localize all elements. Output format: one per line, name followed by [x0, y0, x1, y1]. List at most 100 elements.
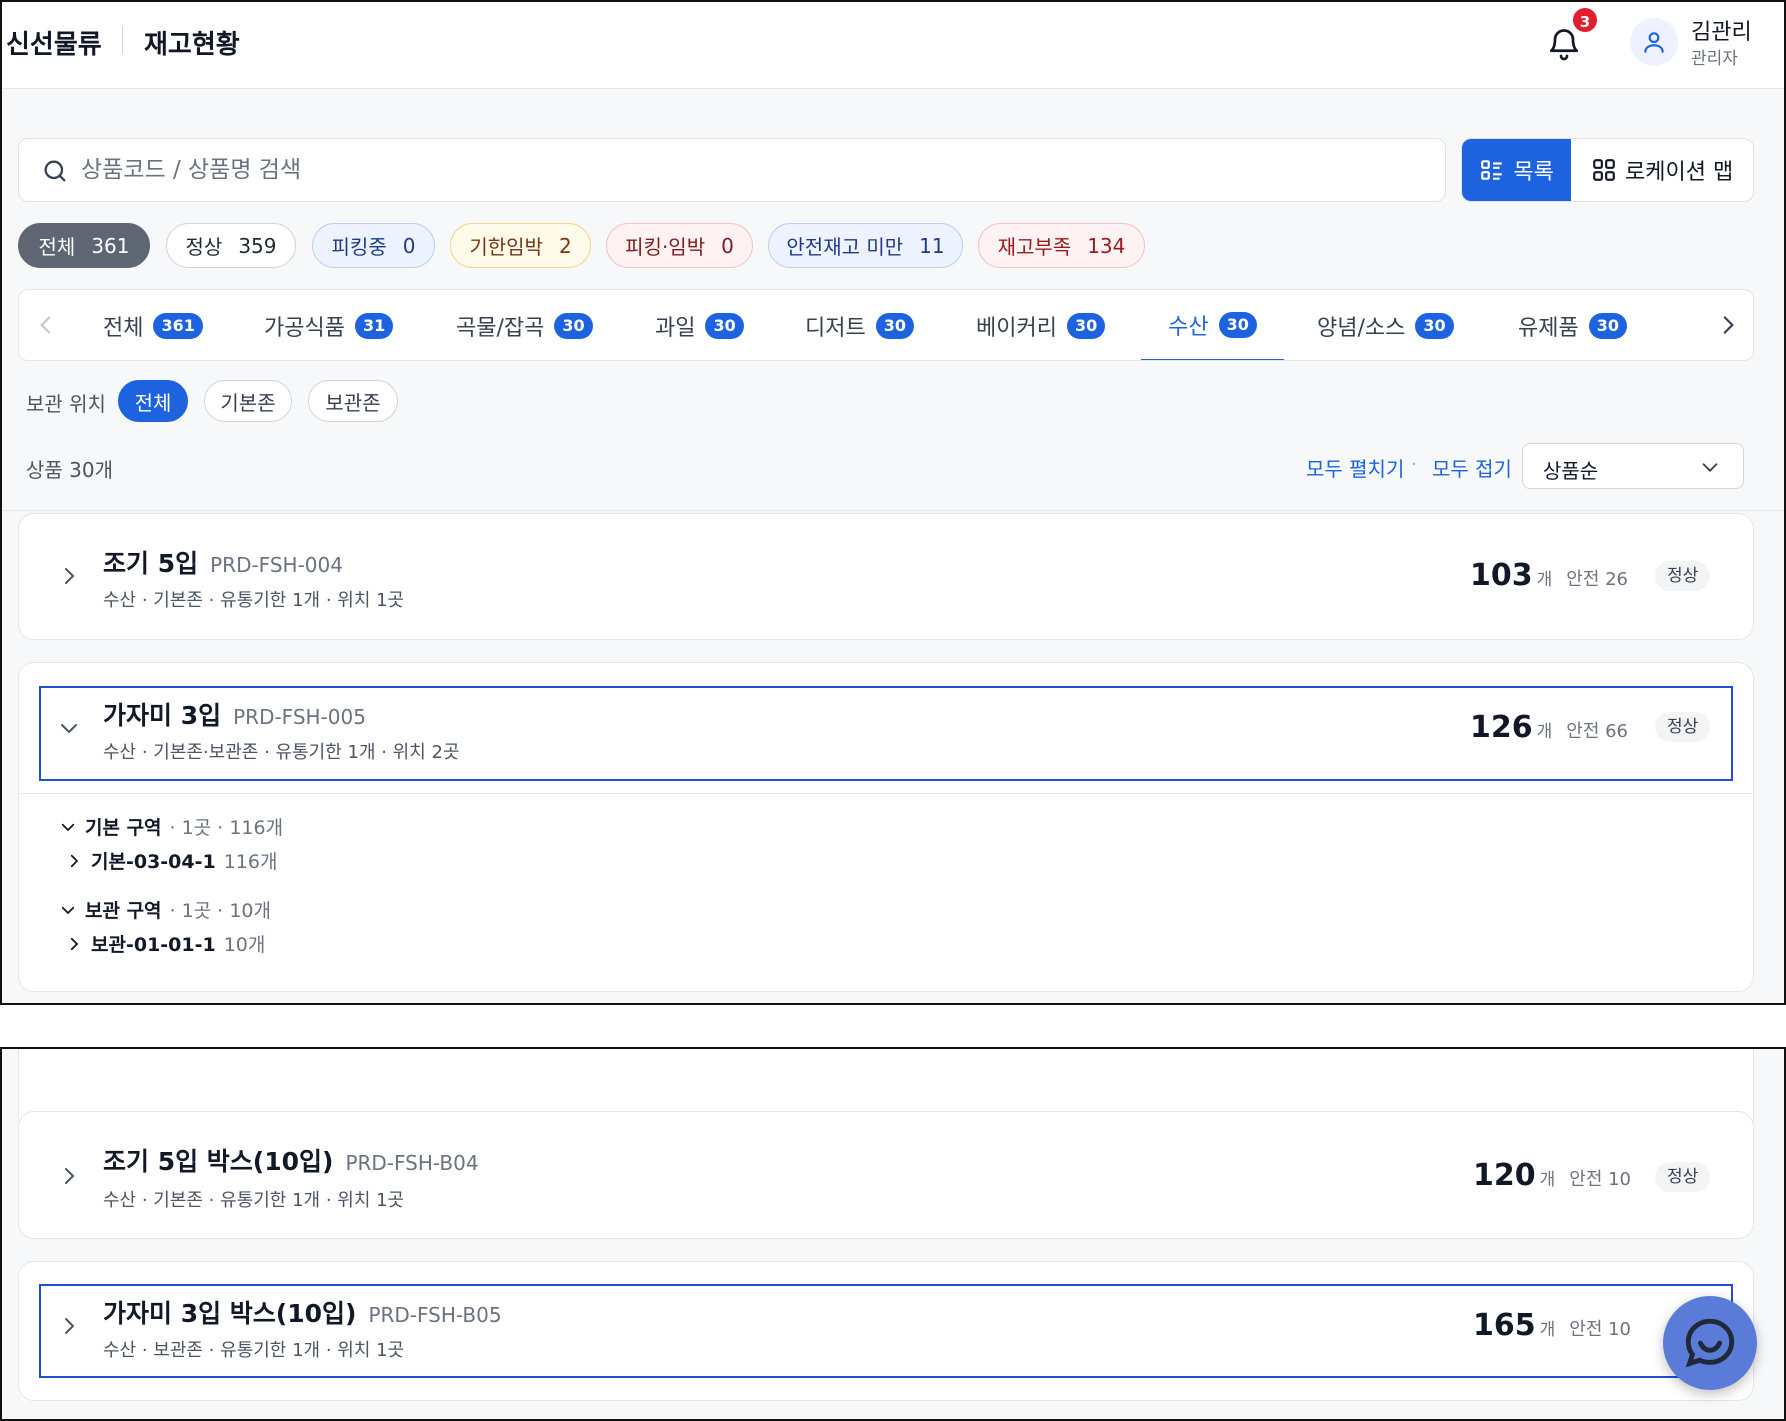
chevron-down-icon: [1702, 463, 1718, 472]
tab-count: 30: [1588, 313, 1627, 339]
zone-summary: · 1곳 · 116개: [169, 817, 284, 839]
chevron-right-icon[interactable]: [57, 1314, 81, 1338]
product-count: 상품 30개: [26, 458, 114, 482]
sort-value: 상품순: [1543, 459, 1599, 483]
list-icon: [1481, 160, 1503, 180]
chip-label: 정상: [185, 235, 223, 259]
chevron-right-icon[interactable]: [57, 1164, 81, 1188]
status-chip-picking-expiry[interactable]: 피킹·임박 0: [606, 223, 753, 268]
chevron-right-icon: [70, 854, 79, 867]
zone-name: 보관 구역: [85, 900, 162, 922]
product-name: 가자미 3입 박스(10입) PRD-FSH-B05: [103, 1294, 502, 1330]
product-name-text: 조기 5입: [103, 549, 199, 578]
qty-value: 126: [1470, 710, 1533, 745]
product-name: 조기 5입 PRD-FSH-004: [103, 544, 343, 580]
tab-bakery[interactable]: 베이커리 30: [976, 290, 1106, 360]
status-chip-below-safety[interactable]: 안전재고 미만 11: [768, 223, 963, 268]
location-filter-storage-zone[interactable]: 보관존: [308, 380, 398, 422]
safety-stock: 안전 10: [1569, 1319, 1632, 1340]
chip-label: 피킹중: [331, 235, 387, 259]
qty-unit: 개: [1539, 1320, 1556, 1340]
tab-dessert[interactable]: 디저트 30: [805, 290, 914, 360]
status-chip-expiry[interactable]: 기한임박 2: [450, 223, 591, 268]
tab-grains[interactable]: 곡물/잡곡 30: [456, 290, 593, 360]
location-qty: 116개: [223, 851, 278, 873]
list-divider: [2, 510, 1784, 511]
tab-fruit[interactable]: 과일 30: [655, 290, 744, 360]
user-icon: [1644, 32, 1664, 53]
location-code: 보관-01-01-1: [91, 934, 216, 956]
qty-value: 103: [1470, 558, 1533, 593]
location-code: 기본-03-04-1: [91, 851, 216, 873]
search-icon: [44, 160, 66, 182]
storage-location-label: 보관 위치: [26, 392, 106, 416]
tab-count: 361: [153, 313, 203, 339]
tab-label: 수산: [1168, 314, 1209, 340]
expand-all-link[interactable]: 모두 펼치기: [1306, 453, 1404, 482]
user-avatar[interactable]: [1630, 18, 1678, 66]
tab-sauce[interactable]: 양념/소스 30: [1317, 290, 1454, 360]
chip-label: 피킹·임박: [625, 235, 706, 259]
product-quantity: 120 개 안전 10: [1473, 1158, 1631, 1193]
category-tabs: 전체 361 가공식품 31 곡물/잡곡 30 과일 30 디저트 30 베이커…: [18, 289, 1754, 361]
safety-stock: 안전 66: [1566, 721, 1629, 742]
location-qty: 10개: [223, 934, 266, 956]
zone-summary: · 1곳 · 10개: [169, 900, 271, 922]
product-quantity: 126 개 안전 66: [1470, 710, 1628, 745]
product-row-expanded: 가자미 3입 PRD-FSH-005 수산 · 기본존·보관존 · 유통기한 1개…: [18, 662, 1754, 992]
product-code: PRD-FSH-004: [210, 553, 343, 577]
tab-processed-food[interactable]: 가공식품 31: [264, 290, 394, 360]
tab-label: 과일: [655, 316, 696, 341]
location-row[interactable]: 보관-01-01-1 10개: [65, 930, 265, 957]
product-code: PRD-FSH-B04: [345, 1151, 479, 1175]
chat-button[interactable]: [1663, 1296, 1757, 1390]
product-row: 가자미 3입 박스(10입) PRD-FSH-B05 수산 · 보관존 · 유통기…: [18, 1261, 1754, 1401]
zone-group-basic[interactable]: 기본 구역 · 1곳 · 116개: [59, 813, 283, 840]
chevron-right-icon[interactable]: [1715, 312, 1741, 338]
list-view-button[interactable]: 목록: [1462, 139, 1572, 201]
sort-select[interactable]: 상품순: [1522, 443, 1744, 489]
product-name-text: 가자미 3입 박스(10입): [103, 1299, 357, 1328]
search-input[interactable]: [81, 149, 1421, 191]
status-chip-shortage[interactable]: 재고부족 134: [978, 223, 1145, 268]
tab-label: 베이커리: [976, 316, 1057, 341]
detail-divider: [19, 793, 1753, 794]
location-row[interactable]: 기본-03-04-1 116개: [65, 847, 277, 874]
grid-icon: [1593, 159, 1615, 181]
tab-seafood[interactable]: 수산 30: [1141, 290, 1284, 360]
tab-all[interactable]: 전체 361: [103, 290, 203, 360]
product-name: 조기 5입 박스(10입) PRD-FSH-B04: [103, 1142, 479, 1178]
header-divider: [122, 26, 123, 54]
chevron-down-icon[interactable]: [57, 716, 81, 740]
user-name: 김관리: [1691, 20, 1752, 45]
status-chip-normal[interactable]: 정상 359: [166, 223, 296, 268]
product-row-header[interactable]: 가자미 3입 박스(10입) PRD-FSH-B05 수산 · 보관존 · 유통기…: [39, 1284, 1733, 1378]
tab-dairy[interactable]: 유제품 30: [1518, 290, 1627, 360]
tab-count: 30: [1218, 311, 1257, 338]
location-map-button[interactable]: 로케이션 맵: [1571, 139, 1753, 201]
qty-unit: 개: [1539, 1170, 1556, 1190]
location-filter-basic-zone[interactable]: 기본존: [204, 380, 292, 422]
chip-count: 134: [1087, 233, 1126, 258]
location-filter-all[interactable]: 전체: [118, 380, 188, 422]
zone-group-storage[interactable]: 보관 구역 · 1곳 · 10개: [59, 896, 271, 923]
chip-label: 재고부족: [997, 235, 1072, 259]
status-chip-picking[interactable]: 피킹중 0: [312, 223, 435, 268]
status-badge: 정상: [1655, 1162, 1711, 1192]
product-meta: 수산 · 보관존 · 유통기한 1개 · 위치 1곳: [103, 1340, 405, 1361]
tab-label: 가공식품: [264, 316, 345, 341]
chevron-left-icon[interactable]: [33, 312, 59, 338]
tab-label: 유제품: [1518, 316, 1579, 341]
collapse-all-link[interactable]: 모두 접기: [1432, 453, 1512, 482]
product-code: PRD-FSH-B05: [368, 1303, 502, 1327]
chevron-down-icon: [61, 906, 75, 914]
product-row[interactable]: 조기 5입 박스(10입) PRD-FSH-B04 수산 · 기본존 · 유통기한…: [18, 1111, 1754, 1239]
app-header: 신선물류 재고현황 3 김관리 관리자: [2, 2, 1784, 89]
location-map-label: 로케이션 맵: [1625, 160, 1734, 185]
product-name-text: 조기 5입 박스(10입): [103, 1147, 334, 1176]
product-row-header[interactable]: 가자미 3입 PRD-FSH-005 수산 · 기본존·보관존 · 유통기한 1개…: [39, 686, 1733, 781]
product-row[interactable]: 조기 5입 PRD-FSH-004 수산 · 기본존 · 유통기한 1개 · 위치…: [18, 513, 1754, 640]
status-chip-all[interactable]: 전체 361: [18, 223, 150, 268]
qty-value: 120: [1473, 1158, 1536, 1193]
chevron-right-icon[interactable]: [57, 564, 81, 588]
